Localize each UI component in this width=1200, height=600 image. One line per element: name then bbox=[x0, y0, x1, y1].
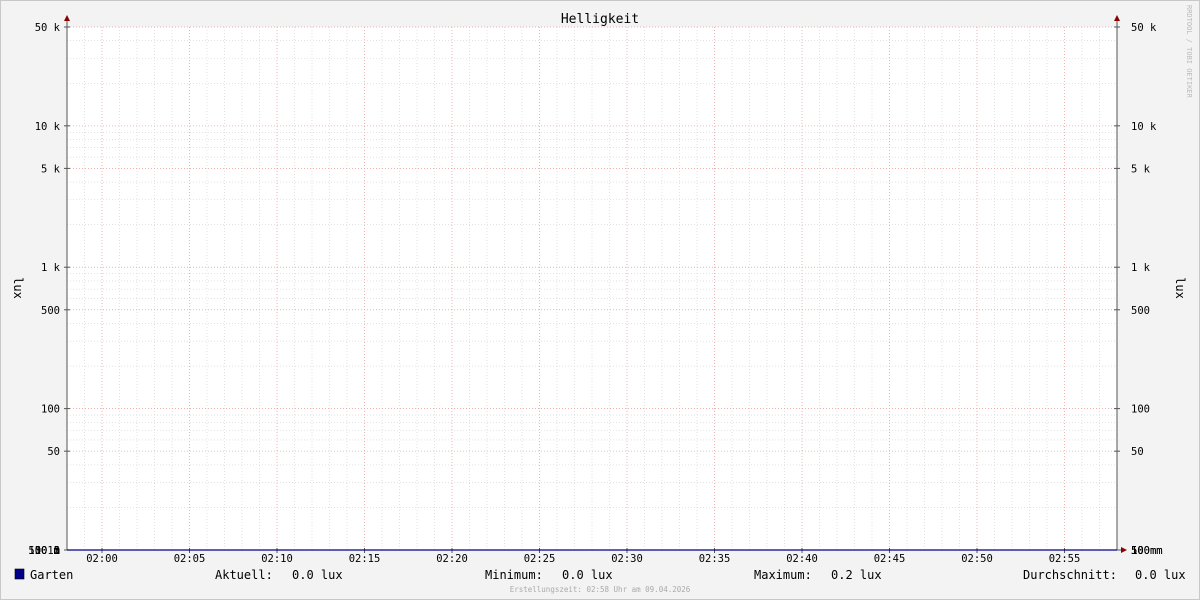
x-tick-label: 02:35 bbox=[699, 553, 731, 565]
y-tick-label-left: 500 bbox=[41, 305, 60, 317]
y-tick-label-right: 10 k bbox=[1131, 121, 1157, 133]
legend-current-label: Aktuell: bbox=[215, 568, 273, 582]
chart-title: Helligkeit bbox=[561, 12, 639, 27]
x-tick-label: 02:50 bbox=[961, 553, 993, 565]
legend-current-value: 0.0 lux bbox=[292, 568, 343, 582]
y-axis-arrow-left bbox=[64, 15, 70, 21]
y-axis-label-right: lux bbox=[1173, 277, 1187, 299]
y-tick-label-left: 1 k bbox=[41, 262, 61, 274]
y-tick-labels-left: 50 k10 k5 k1 k500100501051500 m100 m50 m… bbox=[28, 22, 60, 557]
y-axis-label-left: lux bbox=[11, 277, 25, 299]
y-tick-label-left: 10 k bbox=[35, 121, 61, 133]
x-tick-label: 02:55 bbox=[1049, 553, 1081, 565]
legend-avg-value: 0.0 lux bbox=[1135, 568, 1186, 582]
watermark: RRDTOOL / TOBI OETIKER bbox=[1185, 5, 1193, 99]
legend-avg-label: Durchschnitt: bbox=[1023, 568, 1117, 582]
y-tick-label-right: 5 k bbox=[1131, 163, 1151, 175]
x-tick-labels: 02:00 02:05 02:10 02:15 02:20 02:25 02:30 02:35… bbox=[86, 553, 1080, 565]
y-tick-label-right: 10 m bbox=[1131, 545, 1156, 557]
y-tick-label-right: 100 bbox=[1131, 404, 1150, 416]
x-tick-label: 02:20 bbox=[436, 553, 468, 565]
x-tick-label: 02:25 bbox=[524, 553, 556, 565]
y-tick-label-right: 500 bbox=[1131, 305, 1150, 317]
legend-series-name: Garten bbox=[30, 568, 73, 582]
y-tick-label-right: 50 k bbox=[1131, 22, 1157, 34]
legend-swatch-garten bbox=[14, 568, 25, 580]
y-tick-label-left: 10 m bbox=[35, 545, 60, 557]
legend-min-value: 0.0 lux bbox=[562, 568, 613, 582]
y-tick-labels-right: 50 k10 k5 k1 k500100501051500 m100 m50 m… bbox=[1131, 22, 1163, 557]
y-tick-label-right: 1 k bbox=[1131, 262, 1151, 274]
x-tick-label: 02:00 bbox=[86, 553, 118, 565]
y-tick-label-left: 100 bbox=[41, 404, 60, 416]
x-tick-label: 02:45 bbox=[874, 553, 906, 565]
y-tick-label-left: 50 bbox=[47, 446, 60, 458]
y-tick-label-left: 5 k bbox=[41, 163, 61, 175]
x-axis-arrow bbox=[1121, 547, 1127, 553]
x-tick-label: 02:30 bbox=[611, 553, 643, 565]
legend-min-label: Minimum: bbox=[485, 568, 543, 582]
x-tick-label: 02:15 bbox=[349, 553, 381, 565]
grid bbox=[66, 26, 1118, 550]
x-tick-label: 02:40 bbox=[786, 553, 818, 565]
legend-max-label: Maximum: bbox=[754, 568, 812, 582]
x-tick-label: 02:10 bbox=[261, 553, 293, 565]
legend-max-value: 0.2 lux bbox=[831, 568, 882, 582]
brightness-chart: 50 k10 k5 k1 k500100501051500 m100 m50 m… bbox=[11, 5, 1193, 594]
x-tick-label: 02:05 bbox=[174, 553, 206, 565]
footer-timestamp: Erstellungszeit: 02:58 Uhr am 09.04.2026 bbox=[510, 585, 691, 594]
y-axis-arrow-right bbox=[1114, 15, 1120, 21]
y-tick-label-left: 50 k bbox=[35, 22, 61, 34]
y-tick-label-right: 50 bbox=[1131, 446, 1144, 458]
